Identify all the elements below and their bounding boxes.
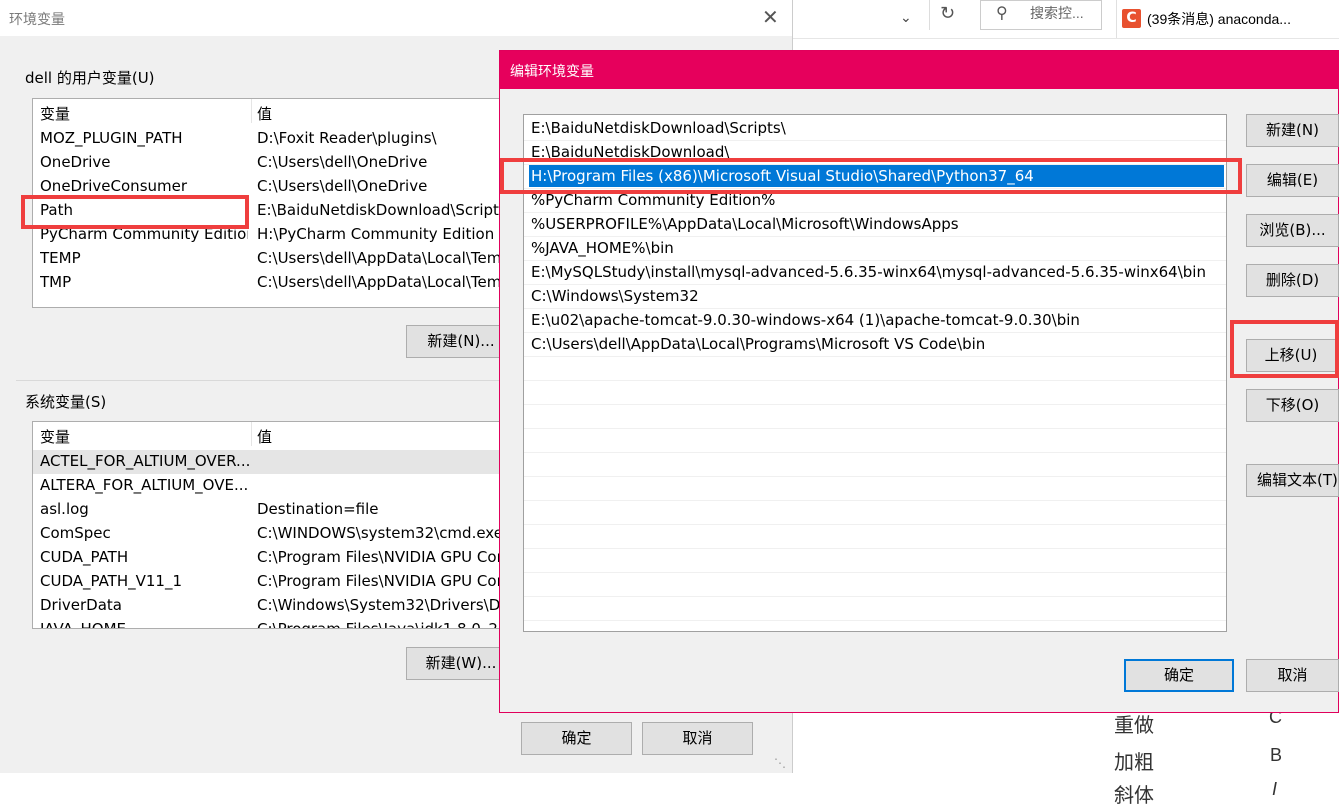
user-var-row[interactable]: TMP C:\Users\dell\AppData\Local\Tem — [33, 271, 511, 295]
path-edit-button[interactable]: 编辑(E) — [1246, 164, 1339, 197]
column-divider[interactable] — [251, 99, 252, 123]
system-var-row[interactable]: asl.log Destination=file — [33, 498, 511, 522]
dialog-ok-button[interactable]: 确定 — [1124, 659, 1234, 692]
system-vars-header: 变量 值 — [33, 422, 511, 446]
user-vars-header: 变量 值 — [33, 99, 511, 123]
dialog-cancel-button[interactable]: 取消 — [1246, 659, 1339, 692]
editor-toolbar: 重做 加粗 斜体 C B I — [792, 707, 1339, 807]
system-var-row[interactable]: CUDA_PATH_V11_1 C:\Program Files\NVIDIA … — [33, 570, 511, 594]
path-item[interactable]: E:\MySQLStudy\install\mysql-advanced-5.6… — [524, 261, 1226, 285]
system-vars-label: 系统变量(S) — [25, 393, 107, 411]
user-var-row[interactable]: MOZ_PLUGIN_PATH D:\Foxit Reader\plugins\ — [33, 127, 511, 151]
path-item-empty[interactable] — [524, 477, 1226, 501]
window-title-bar — [0, 0, 792, 36]
toolbar-bold[interactable]: 加粗 — [1114, 746, 1154, 775]
path-item[interactable]: C:\Users\dell\AppData\Local\Programs\Mic… — [524, 333, 1226, 357]
path-edit-text-button[interactable]: 编辑文本(T)... — [1246, 464, 1339, 497]
highlight-python-path — [500, 158, 1242, 194]
search-icon: ⚲ — [996, 3, 1008, 22]
toolbar-redo[interactable]: 重做 — [1114, 709, 1154, 738]
path-item-empty[interactable] — [524, 381, 1226, 405]
system-var-row[interactable]: CUDA_PATH C:\Program Files\NVIDIA GPU Co… — [33, 546, 511, 570]
italic-icon[interactable]: I — [1272, 779, 1277, 800]
close-icon[interactable]: ✕ — [762, 5, 779, 29]
user-vars-label: dell 的用户变量(U) — [25, 69, 155, 87]
browser-tab-title: (39条消息) anaconda... — [1147, 11, 1291, 27]
system-vars-list[interactable]: 变量 值 ACTEL_FOR_ALTIUM_OVER... ALTERA_FOR… — [32, 421, 512, 629]
col-value[interactable]: 值 — [257, 103, 272, 124]
highlight-move-up — [1230, 320, 1339, 378]
col-variable[interactable]: 变量 — [40, 103, 70, 124]
path-item-empty[interactable] — [524, 501, 1226, 525]
path-item[interactable]: %JAVA_HOME%\bin — [524, 237, 1226, 261]
path-item-empty[interactable] — [524, 597, 1226, 621]
path-new-button[interactable]: 新建(N) — [1246, 114, 1339, 147]
path-item[interactable]: E:\BaiduNetdiskDownload\Scripts\ — [524, 117, 1226, 141]
path-item[interactable]: C:\Windows\System32 — [524, 285, 1226, 309]
toolbar-divider — [929, 0, 930, 30]
system-var-row[interactable]: ALTERA_FOR_ALTIUM_OVE... — [33, 474, 511, 498]
system-var-row[interactable]: JAVA_HOME C:\Program Files\Java\jdk1.8.0… — [33, 618, 511, 628]
highlight-path-row — [21, 195, 249, 229]
resize-grip-icon[interactable]: ⋱ — [774, 756, 786, 770]
toolbar-italic[interactable]: 斜体 — [1114, 779, 1154, 808]
col-value[interactable]: 值 — [257, 426, 272, 447]
refresh-icon[interactable]: ↻ — [940, 3, 955, 24]
main-cancel-button[interactable]: 取消 — [642, 722, 753, 755]
chevron-down-icon[interactable]: ⌄ — [900, 10, 912, 26]
path-move-down-button[interactable]: 下移(O) — [1246, 389, 1339, 422]
path-item-empty[interactable] — [524, 573, 1226, 597]
user-var-row[interactable]: TEMP C:\Users\dell\AppData\Local\Tem — [33, 247, 511, 271]
window-title: 环境变量 — [9, 12, 65, 28]
path-item-empty[interactable] — [524, 405, 1226, 429]
path-item-empty[interactable] — [524, 453, 1226, 477]
user-var-row[interactable]: OneDrive C:\Users\dell\OneDrive — [33, 151, 511, 175]
path-item-empty[interactable] — [524, 357, 1226, 381]
dialog-title-bar — [500, 51, 1339, 89]
path-item[interactable]: %USERPROFILE%\AppData\Local\Microsoft\Wi… — [524, 213, 1226, 237]
path-item-empty[interactable] — [524, 429, 1226, 453]
system-var-row[interactable]: DriverData C:\Windows\System32\Drivers\D… — [33, 594, 511, 618]
bold-icon[interactable]: B — [1270, 745, 1282, 766]
path-delete-button[interactable]: 删除(D) — [1246, 264, 1339, 297]
path-item-empty[interactable] — [524, 525, 1226, 549]
path-item-empty[interactable] — [524, 549, 1226, 573]
system-var-row[interactable]: ACTEL_FOR_ALTIUM_OVER... — [33, 450, 511, 474]
system-var-row[interactable]: ComSpec C:\WINDOWS\system32\cmd.exe — [33, 522, 511, 546]
search-placeholder: 搜索控... — [1030, 5, 1084, 21]
path-item[interactable]: E:\u02\apache-tomcat-9.0.30-windows-x64 … — [524, 309, 1226, 333]
dialog-title: 编辑环境变量 — [510, 64, 594, 80]
col-variable[interactable]: 变量 — [40, 426, 70, 447]
path-browse-button[interactable]: 浏览(B)... — [1246, 214, 1339, 247]
csdn-logo-icon: C — [1122, 9, 1141, 28]
column-divider[interactable] — [251, 422, 252, 446]
main-ok-button[interactable]: 确定 — [521, 722, 632, 755]
